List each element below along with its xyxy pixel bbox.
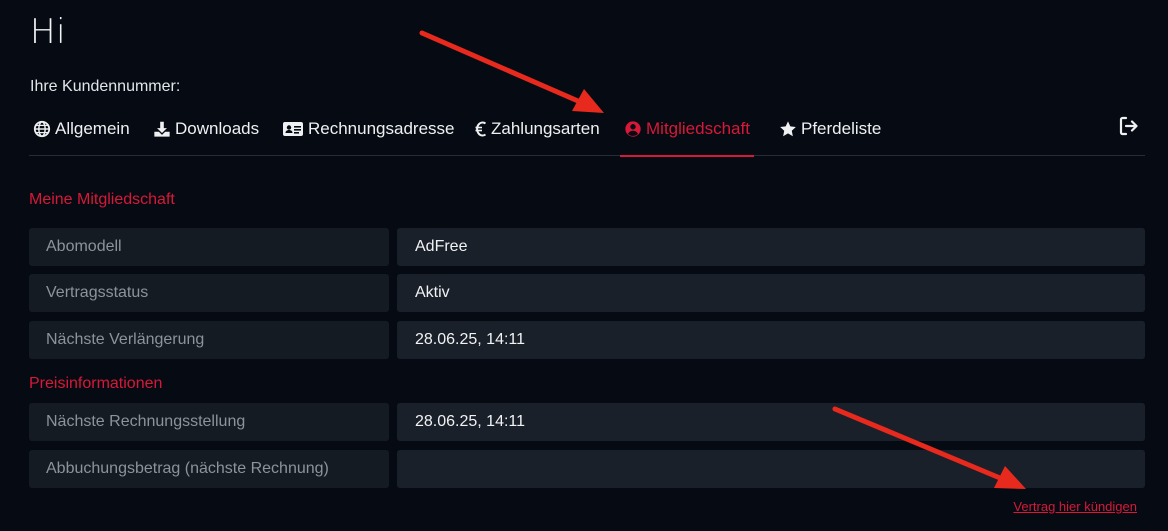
download-icon [153,120,171,138]
id-card-icon [282,120,304,138]
tab-label: Allgemein [55,119,130,138]
tab-downloads[interactable]: Downloads [153,102,259,156]
row-label: Abomodell [29,228,389,266]
info-row-abomodell: Abomodell AdFree [29,228,1145,266]
pricing-section-title: Preisinformationen [29,375,163,392]
tab-label: Zahlungsarten [491,119,600,138]
star-icon [779,120,797,138]
row-value: Aktiv [397,274,1145,312]
info-row-abbuchungsbetrag: Abbuchungsbetrag (nächste Rechnung) [29,450,1145,488]
tab-pferdeliste[interactable]: Pferdeliste [779,102,881,156]
row-value: 28.06.25, 14:11 [397,403,1145,441]
tab-allgemein[interactable]: Allgemein [33,102,130,156]
sign-out-icon [1117,116,1141,142]
tab-zahlungsarten[interactable]: Zahlungsarten [475,102,600,156]
info-row-vertragsstatus: Vertragsstatus Aktiv [29,274,1145,312]
tab-rechnungsadresse[interactable]: Rechnungsadresse [282,102,454,156]
user-circle-icon [624,120,642,138]
row-label: Abbuchungsbetrag (nächste Rechnung) [29,450,389,488]
row-value [397,450,1145,488]
membership-section-title: Meine Mitgliedschaft [29,191,175,208]
annotation-arrow-to-tab [419,30,604,113]
account-tabs: Allgemein Downloads Rechnungsadresse Zah… [29,102,1145,157]
row-label: Vertragsstatus [29,274,389,312]
cancel-contract-link[interactable]: Vertrag hier kündigen [1013,499,1137,514]
info-row-naechste-rechnungsstellung: Nächste Rechnungsstellung 28.06.25, 14:1… [29,403,1145,441]
tab-label: Mitgliedschaft [646,119,750,138]
row-value: AdFree [397,228,1145,266]
row-label: Nächste Verlängerung [29,321,389,359]
logout-button[interactable] [1117,114,1141,138]
customer-number-label: Ihre Kundennummer: [30,78,181,95]
tab-label: Pferdeliste [801,119,882,138]
globe-icon [33,120,51,138]
info-row-naechste-verlaengerung: Nächste Verlängerung 28.06.25, 14:11 [29,321,1145,359]
tab-label: Downloads [175,119,260,138]
tab-mitgliedschaft[interactable]: Mitgliedschaft [620,102,754,157]
tab-label: Rechnungsadresse [308,119,455,138]
euro-icon [475,120,487,138]
greeting-title: Hi [30,12,67,52]
row-label: Nächste Rechnungsstellung [29,403,389,441]
row-value: 28.06.25, 14:11 [397,321,1145,359]
